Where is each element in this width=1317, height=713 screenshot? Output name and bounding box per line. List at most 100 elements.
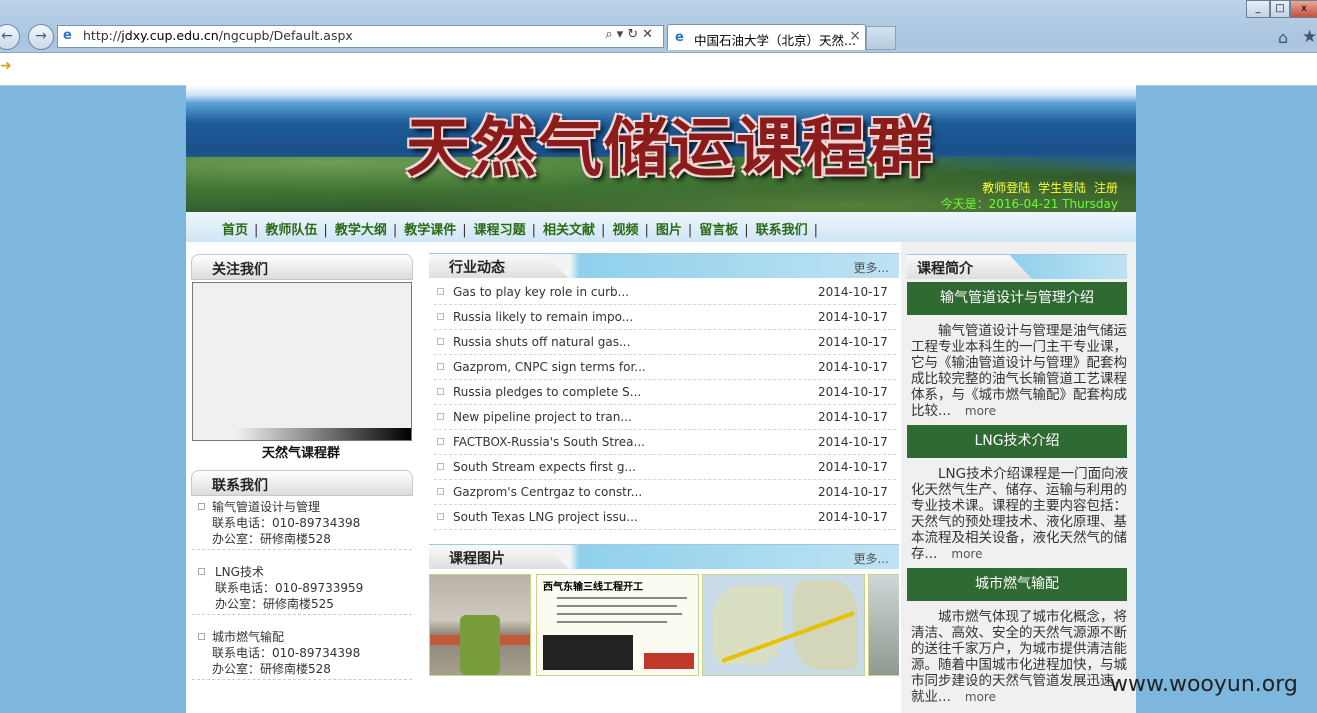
address-url[interactable]: http://jdxy.cup.edu.cn/ngcupb/Default.as… <box>83 28 353 43</box>
course-more-link[interactable]: more <box>965 404 996 418</box>
news-item[interactable]: Russia likely to remain impo... 2014-10-1… <box>434 305 896 330</box>
contact-us-title: 联系我们 <box>212 478 268 494</box>
nav-separator: | <box>392 223 398 238</box>
course-lng-button[interactable]: LNG技术介绍 <box>907 425 1127 458</box>
nav-item[interactable]: 教学课件 | <box>404 219 469 238</box>
news-item[interactable]: Gas to play key role in curb... 2014-10-1… <box>434 280 896 305</box>
course-desc-text: 输气管道设计与管理是油气储运工程专业本科生的一门主干专业课，它与《输油管道设计与… <box>911 323 1127 419</box>
maximize-button[interactable]: □ <box>1270 0 1290 18</box>
url-domain: jdxy.cup.edu.cn <box>121 28 219 43</box>
news-item[interactable]: Gazprom, CNPC sign terms for... 2014-10-1… <box>434 355 896 380</box>
news-item[interactable]: Russia pledges to complete S... 2014-10-1… <box>434 380 896 405</box>
course-pipeline-desc: 输气管道设计与管理是油气储运工程专业本科生的一门主干专业课，它与《输油管道设计与… <box>911 323 1133 419</box>
news-title[interactable]: South Stream expects first g... <box>453 460 636 474</box>
course-picture[interactable]: 西气东输三线工程开工 <box>536 574 699 676</box>
news-title[interactable]: Gazprom, CNPC sign terms for... <box>453 360 646 374</box>
favorites-icon[interactable]: ★ <box>1302 27 1317 47</box>
news-title[interactable]: Russia shuts off natural gas... <box>453 335 630 349</box>
address-bar[interactable]: e http://jdxy.cup.edu.cn/ngcupb/Default.… <box>57 25 664 48</box>
url-scheme: http:// <box>83 28 122 43</box>
news-date: 2014-10-17 <box>818 360 888 374</box>
nav-item-label: 相关文献 <box>543 223 596 238</box>
contact-office: 办公室：研修南楼528 <box>212 532 331 546</box>
bullet-icon <box>198 633 205 640</box>
site-banner: 天然气储运课程群 教师登陆 学生登陆 注册 今天是：2016-04-21 Thu… <box>186 85 1136 212</box>
news-title[interactable]: South Texas LNG project issu... <box>453 510 638 524</box>
picture-heading: 西气东输三线工程开工 <box>543 582 643 593</box>
nav-item[interactable]: 图片 | <box>656 219 695 238</box>
contact-name: 输气管道设计与管理 <box>212 500 321 514</box>
course-citygas-button[interactable]: 城市燃气输配 <box>907 568 1127 601</box>
nav-item[interactable]: 首页 | <box>222 219 261 238</box>
contact-name: 城市燃气输配 <box>212 630 285 644</box>
news-date: 2014-10-17 <box>818 410 888 424</box>
nav-item-label: 教学大纲 <box>334 223 387 238</box>
browser-tab[interactable]: e 中国石油大学（北京）天然... × <box>667 24 866 50</box>
register-link[interactable]: 注册 <box>1094 181 1118 195</box>
news-item[interactable]: FACTBOX-Russia's South Strea... 2014-10-1… <box>434 430 896 455</box>
news-item[interactable]: South Stream expects first g... 2014-10-1… <box>434 455 896 480</box>
nav-separator: | <box>531 223 537 238</box>
nav-item[interactable]: 视频 | <box>612 219 651 238</box>
news-item[interactable]: New pipeline project to tran... 2014-10-1… <box>434 405 896 430</box>
news-date: 2014-10-17 <box>818 310 888 324</box>
student-login-link[interactable]: 学生登陆 <box>1038 181 1086 195</box>
course-pictures-more-link[interactable]: 更多... <box>854 550 889 567</box>
contact-us-header: 联系我们 <box>191 470 413 496</box>
nav-separator: | <box>254 223 259 238</box>
bullet-icon <box>437 413 444 420</box>
tab-ie-icon: e <box>675 30 684 45</box>
course-picture[interactable] <box>429 574 531 676</box>
new-tab-button[interactable] <box>866 26 896 50</box>
bullet-icon <box>437 288 444 295</box>
forward-button[interactable]: → <box>28 24 54 50</box>
course-intro-column: 课程简介 输气管道设计与管理介绍 输气管道设计与管理是油气储运工程专业本科生的一… <box>901 242 1136 713</box>
follow-us-title: 关注我们 <box>212 262 268 278</box>
course-picture[interactable] <box>868 574 899 676</box>
news-title[interactable]: New pipeline project to tran... <box>453 410 632 424</box>
follow-us-header: 关注我们 <box>191 254 413 280</box>
ie-icon: e <box>63 28 72 43</box>
course-more-link[interactable]: more <box>965 690 996 704</box>
back-button[interactable]: ← <box>0 24 20 50</box>
course-pictures-title: 课程图片 <box>449 551 505 567</box>
favorites-add-icon[interactable]: ➜ <box>0 58 12 74</box>
login-links: 教师登陆 学生登陆 注册 <box>978 179 1118 196</box>
bullet-icon <box>437 463 444 470</box>
follow-us-caption: 天然气课程群 <box>261 446 340 461</box>
industry-news-more-link[interactable]: 更多... <box>854 259 889 276</box>
tab-title: 中国石油大学（北京）天然... <box>694 33 856 48</box>
address-tools[interactable]: ⌕▾↻✕ <box>605 27 657 42</box>
news-title[interactable]: Gas to play key role in curb... <box>453 285 629 299</box>
favorites-bar <box>0 52 1317 86</box>
contact-item: 输气管道设计与管理 联系电话：010-89734398 办公室：研修南楼528 <box>192 499 412 550</box>
course-more-link[interactable]: more <box>951 547 982 561</box>
teacher-login-link[interactable]: 教师登陆 <box>982 181 1030 195</box>
nav-item[interactable]: 留言板 | <box>699 219 751 238</box>
course-picture[interactable] <box>702 574 865 676</box>
nav-item[interactable]: 联系我们 | <box>756 219 821 238</box>
main-nav: 首页 | 教师队伍 | 教学大纲 | 教学课件 | 课程习题 | 相关文献 | 视频 | 图片 | 留言板 | 联系… <box>186 212 1136 242</box>
news-title[interactable]: Russia pledges to complete S... <box>453 385 641 399</box>
close-window-button[interactable]: x <box>1290 0 1317 18</box>
minimize-button[interactable]: _ <box>1246 0 1270 18</box>
news-title[interactable]: Russia likely to remain impo... <box>453 310 633 324</box>
nav-item[interactable]: 教师队伍 | <box>265 219 330 238</box>
course-pipeline-button[interactable]: 输气管道设计与管理介绍 <box>907 282 1127 315</box>
nav-item[interactable]: 课程习题 | <box>474 219 539 238</box>
tab-close-icon[interactable]: × <box>849 28 861 44</box>
news-item[interactable]: South Texas LNG project issu... 2014-10-1… <box>434 505 896 530</box>
news-title[interactable]: FACTBOX-Russia's South Strea... <box>453 435 645 449</box>
news-item[interactable]: Gazprom's Centrgaz to constr... 2014-10-1… <box>434 480 896 505</box>
nav-separator: | <box>687 223 693 238</box>
nav-item[interactable]: 教学大纲 | <box>335 219 400 238</box>
course-intro-header: 课程简介 <box>907 254 1127 279</box>
home-icon[interactable]: ⌂ <box>1278 28 1288 47</box>
bullet-icon <box>437 513 444 520</box>
nav-item[interactable]: 相关文献 | <box>543 219 608 238</box>
news-item[interactable]: Russia shuts off natural gas... 2014-10-1… <box>434 330 896 355</box>
bullet-icon <box>437 388 444 395</box>
bullet-icon <box>437 338 444 345</box>
news-title[interactable]: Gazprom's Centrgaz to constr... <box>453 485 642 499</box>
industry-news-title: 行业动态 <box>449 260 505 276</box>
